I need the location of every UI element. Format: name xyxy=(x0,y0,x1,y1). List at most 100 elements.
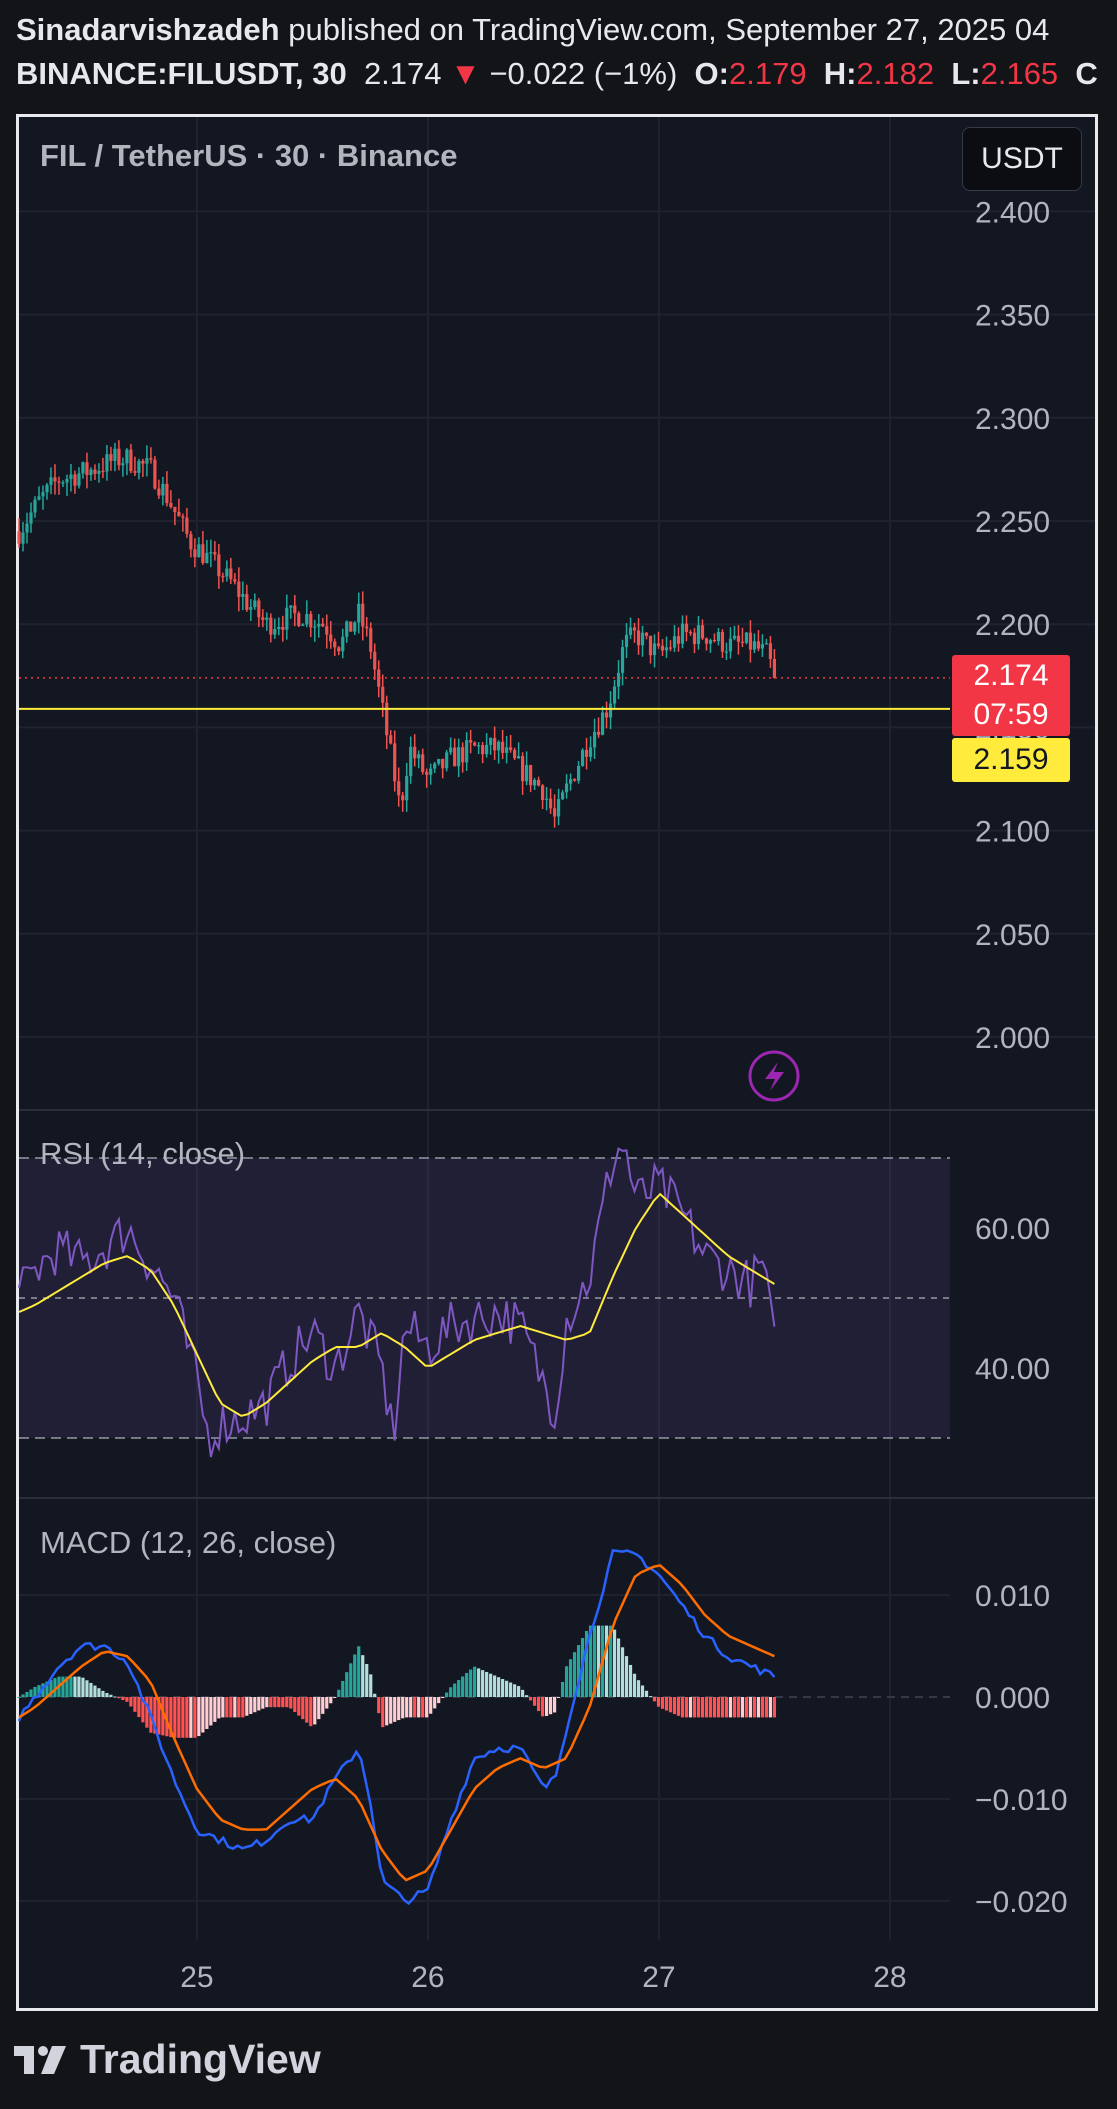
candle-body xyxy=(724,651,729,653)
macd-histogram-bar xyxy=(644,1690,649,1697)
tradingview-logo[interactable]: TradingView xyxy=(14,2036,321,2083)
macd-histogram-bar xyxy=(285,1697,289,1708)
macd-histogram-bar xyxy=(441,1697,445,1698)
candle-body xyxy=(65,478,69,483)
macd-histogram-bar xyxy=(568,1659,573,1697)
macd-histogram-bar xyxy=(265,1697,269,1708)
candle-body xyxy=(485,744,489,755)
macd-histogram-bar xyxy=(656,1697,661,1707)
bar-countdown: 07:59 xyxy=(973,698,1049,731)
macd-histogram-bar xyxy=(724,1697,729,1718)
candle-body xyxy=(109,454,113,461)
macd-histogram-bar xyxy=(177,1697,181,1738)
candle-body xyxy=(269,617,273,635)
chart-canvas[interactable]: 2.4002.3502.3002.2502.2002.1502.1002.050… xyxy=(0,0,1117,2109)
candle-body xyxy=(165,483,169,504)
macd-histogram-bar xyxy=(481,1670,485,1697)
macd-histogram-bar xyxy=(596,1625,601,1697)
candle-body xyxy=(509,747,513,750)
candle-body xyxy=(505,747,509,753)
macd-histogram-bar xyxy=(648,1696,653,1698)
macd-histogram-bar xyxy=(548,1697,553,1715)
candle-body xyxy=(453,747,457,767)
macd-histogram-bar xyxy=(21,1694,25,1697)
candle-body xyxy=(584,749,589,757)
candle-body xyxy=(197,544,201,558)
candle-body xyxy=(245,594,249,610)
macd-histogram-bar xyxy=(612,1629,617,1697)
macd-histogram-bar xyxy=(197,1697,201,1737)
candle-body xyxy=(664,647,669,651)
level-price-tag: 2.159 xyxy=(952,738,1070,782)
candle-body xyxy=(385,702,389,736)
candle-body xyxy=(61,482,65,484)
macd-histogram-bar xyxy=(93,1685,97,1697)
candle-body xyxy=(564,783,569,793)
macd-histogram-bar xyxy=(237,1697,241,1718)
macd-histogram-bar xyxy=(449,1687,453,1697)
candle-body xyxy=(644,632,649,636)
macd-label[interactable]: MACD (12, 26, close) xyxy=(40,1525,336,1561)
macd-histogram-bar xyxy=(289,1697,293,1709)
macd-histogram-bar xyxy=(624,1656,629,1697)
candle-body xyxy=(556,799,561,817)
candle-body xyxy=(548,798,553,809)
candle-body xyxy=(544,798,549,800)
rsi-axis-tick: 40.00 xyxy=(975,1353,1050,1386)
candle-body xyxy=(401,795,405,801)
macd-histogram-bar xyxy=(465,1672,469,1697)
macd-histogram-bar xyxy=(349,1663,353,1697)
macd-histogram-bar xyxy=(453,1683,457,1697)
currency-unit-button[interactable]: USDT xyxy=(962,127,1082,191)
macd-histogram-bar xyxy=(668,1697,673,1713)
macd-histogram-bar xyxy=(221,1697,225,1718)
candle-body xyxy=(121,463,125,466)
candle-body xyxy=(69,474,73,479)
candle-body xyxy=(624,634,629,648)
macd-histogram-bar xyxy=(85,1680,89,1697)
candle-body xyxy=(221,576,225,578)
macd-histogram-bar xyxy=(744,1697,749,1718)
rsi-label[interactable]: RSI (14, close) xyxy=(40,1136,245,1172)
macd-histogram-bar xyxy=(513,1684,517,1697)
candle-body xyxy=(640,632,645,646)
macd-histogram-bar xyxy=(269,1697,273,1708)
candle-body xyxy=(740,641,745,643)
macd-histogram-bar xyxy=(696,1697,701,1718)
macd-histogram-bar xyxy=(752,1697,757,1718)
macd-histogram-bar xyxy=(229,1697,233,1718)
candle-body xyxy=(425,771,429,775)
macd-histogram-bar xyxy=(193,1697,197,1738)
candle-body xyxy=(261,617,265,620)
candle-body xyxy=(541,785,545,800)
candle-body xyxy=(293,605,297,614)
candle-body xyxy=(465,740,469,763)
candle-body xyxy=(421,754,425,772)
candle-body xyxy=(696,625,701,644)
candle-body xyxy=(668,647,673,649)
macd-histogram-bar xyxy=(129,1697,133,1707)
candle-body xyxy=(337,647,341,652)
candle-body xyxy=(41,492,45,497)
candle-body xyxy=(612,686,617,704)
candle-body xyxy=(552,808,557,817)
macd-histogram-bar xyxy=(337,1689,341,1697)
candle-body xyxy=(213,552,217,555)
macd-histogram-bar xyxy=(117,1697,121,1699)
candle-body xyxy=(129,449,133,472)
macd-histogram-bar xyxy=(273,1697,277,1708)
candle-body xyxy=(249,607,253,610)
current-price-value: 2.174 xyxy=(973,659,1049,692)
candle-body xyxy=(596,731,601,735)
candle-body xyxy=(217,554,221,577)
macd-axis-tick: −0.020 xyxy=(975,1886,1068,1919)
macd-axis-tick: −0.010 xyxy=(975,1784,1068,1817)
macd-histogram-bar xyxy=(345,1672,349,1697)
candle-body xyxy=(461,747,465,763)
candle-body xyxy=(712,639,717,642)
candle-body xyxy=(756,641,761,649)
candle-body xyxy=(53,477,57,482)
macd-histogram-bar xyxy=(353,1654,357,1697)
macd-histogram-bar xyxy=(405,1697,409,1718)
macd-histogram-bar xyxy=(401,1697,405,1719)
